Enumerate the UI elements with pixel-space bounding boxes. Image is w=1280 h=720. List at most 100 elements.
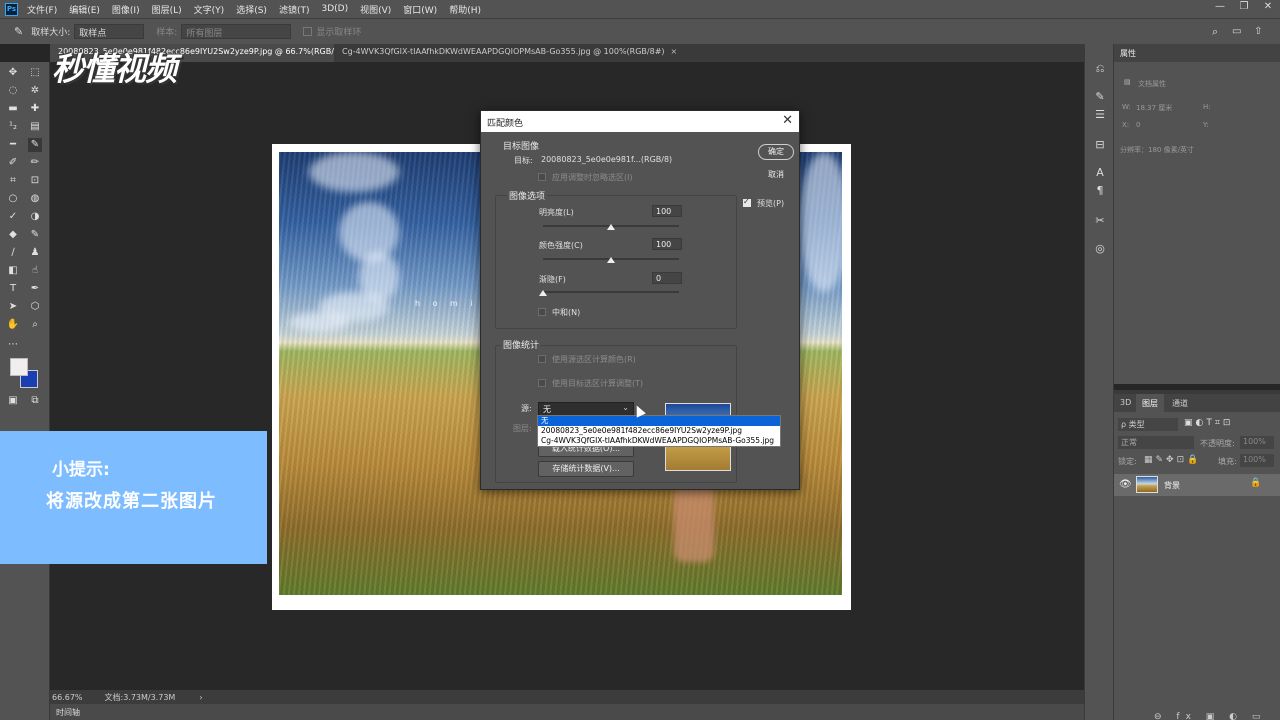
blur-tool-icon[interactable]: ✎ — [28, 228, 42, 242]
dialog-close-button[interactable]: ✕ — [782, 113, 793, 128]
preview-checkbox[interactable] — [743, 197, 751, 207]
libraries-icon[interactable]: ◎ — [1093, 242, 1107, 256]
menu-view[interactable]: 视图(V) — [360, 3, 391, 16]
fade-input[interactable]: 0 — [652, 272, 682, 284]
quick-mask-icon[interactable]: ▣ — [6, 394, 20, 408]
ruler-icon[interactable]: ━ — [6, 138, 20, 152]
luminance-slider-thumb[interactable] — [606, 224, 615, 230]
source-select[interactable]: 无 ⌄ — [538, 402, 634, 416]
menu-layer[interactable]: 图层(L) — [152, 3, 182, 16]
menu-file[interactable]: 文件(F) — [27, 3, 57, 16]
layer-kind-filter[interactable]: ρ 类型 — [1118, 418, 1178, 431]
fade-slider[interactable] — [543, 291, 679, 293]
layer-name[interactable]: 背景 — [1164, 480, 1180, 491]
menu-edit[interactable]: 编辑(E) — [69, 3, 100, 16]
brush-tool-icon[interactable]: ✐ — [6, 156, 20, 170]
lock-icons[interactable]: ▦✎✥⊡🔒 — [1144, 455, 1201, 465]
close-icon[interactable]: × — [671, 47, 678, 56]
filter-icons[interactable]: ▣◐T⌗⊡ — [1184, 418, 1233, 428]
fill-field[interactable]: 100% — [1240, 454, 1274, 467]
magic-wand-icon[interactable]: ✲ — [28, 84, 42, 98]
bucket-tool-icon[interactable]: ◆ — [6, 228, 20, 242]
more-tools-icon[interactable]: ⋯ — [6, 338, 20, 352]
crop-tool-icon[interactable]: ⌗ — [6, 174, 20, 188]
intensity-input[interactable]: 100 — [652, 238, 682, 250]
share-icon[interactable]: ⇧ — [1254, 26, 1262, 37]
slice-tool-icon[interactable]: ⊡ — [28, 174, 42, 188]
close-window-button[interactable]: ✕ — [1256, 1, 1280, 12]
show-ring-checkbox[interactable] — [303, 27, 313, 36]
count-tool-icon[interactable]: ¹₂ — [6, 120, 20, 134]
dropdown-option-image-2[interactable]: Cg-4WVK3QfGIX-tIAAfhkDKWdWEAAPDGQIOPMsAB… — [538, 436, 780, 446]
width-value[interactable]: 18.37 厘米 — [1136, 103, 1172, 113]
tools-preset-icon[interactable]: ✂ — [1093, 214, 1107, 228]
tab-layers[interactable]: 图层 — [1136, 394, 1164, 412]
restore-button[interactable]: ❐ — [1232, 1, 1256, 12]
dropdown-option-none[interactable]: 无 — [538, 416, 780, 426]
ok-button[interactable]: 确定 — [758, 144, 794, 160]
status-arrow-icon[interactable]: › — [199, 693, 202, 702]
menu-3d[interactable]: 3D(D) — [321, 4, 348, 14]
character-icon[interactable]: A — [1093, 166, 1107, 180]
eraser-tool-icon[interactable]: ◧ — [6, 264, 20, 278]
visibility-eye-icon[interactable]: 👁 — [1119, 479, 1132, 490]
healing-tool-icon[interactable]: ✚ — [28, 102, 42, 116]
cancel-button[interactable]: 取消 — [760, 168, 792, 184]
patch-tool-icon[interactable]: ◑ — [28, 210, 42, 224]
sphere-tool-icon[interactable]: ◍ — [28, 192, 42, 206]
layer-row[interactable]: 👁 背景 🔒 — [1114, 474, 1280, 496]
lasso-icon[interactable]: ○ — [6, 192, 20, 206]
tab-channels[interactable]: 通道 — [1166, 394, 1194, 412]
move-tool-icon[interactable]: ✥ — [6, 66, 20, 80]
opacity-field[interactable]: 100% — [1240, 436, 1274, 449]
smudge-tool-icon[interactable]: ☝ — [28, 264, 42, 278]
neutralize-checkbox[interactable] — [538, 308, 546, 316]
pen-tool-icon[interactable]: ✒ — [28, 282, 42, 296]
ruler-tool-icon[interactable]: ▬ — [6, 102, 20, 116]
menu-filter[interactable]: 滤镜(T) — [279, 3, 310, 16]
type-tool-icon[interactable]: T — [6, 282, 20, 296]
ignore-selection-checkbox[interactable] — [538, 173, 546, 181]
marquee-tool-icon[interactable]: ⬚ — [28, 66, 42, 80]
lasso-tool-icon[interactable]: ◌ — [6, 84, 20, 98]
menu-help[interactable]: 帮助(H) — [449, 3, 481, 16]
menu-select[interactable]: 选择(S) — [236, 3, 267, 16]
zoom-level[interactable]: 66.67% — [52, 693, 83, 702]
spot-heal-icon[interactable]: ✓ — [6, 210, 20, 224]
eyedropper-tool-icon[interactable]: ✎ — [28, 138, 42, 152]
sample-size-select[interactable]: 取样点 — [74, 24, 145, 39]
path-select-icon[interactable]: ➤ — [6, 300, 20, 314]
search-icon[interactable]: ⌕ — [1212, 25, 1218, 39]
hand-tool-icon[interactable]: ✋ — [6, 318, 20, 332]
shape-tool-icon[interactable]: ⬡ — [28, 300, 42, 314]
info-icon[interactable]: ⊟ — [1093, 138, 1107, 152]
tab-3d[interactable]: 3D — [1114, 394, 1137, 412]
use-source-selection-checkbox[interactable] — [538, 355, 546, 363]
menu-image[interactable]: 图像(I) — [112, 3, 140, 16]
tab-document-2[interactable]: Cg-4WVK3QfGIX-tIAAfhkDKWdWEAAPDGQIOPMsAB… — [334, 44, 685, 62]
luminance-input[interactable]: 100 — [652, 205, 682, 217]
foreground-color-swatch[interactable] — [10, 358, 28, 376]
sliders-icon[interactable]: ☰ — [1093, 108, 1107, 122]
blend-mode-select[interactable]: 正常 — [1118, 436, 1194, 449]
zoom-tool-icon[interactable]: ⌕ — [28, 318, 42, 332]
save-statistics-button[interactable]: 存储统计数据(V)... — [538, 461, 634, 477]
fade-slider-thumb[interactable] — [539, 290, 547, 296]
adjustments-icon[interactable]: ✎ — [1093, 90, 1107, 104]
intensity-slider-thumb[interactable] — [606, 257, 615, 263]
timeline-panel-tab[interactable]: 时间轴 — [50, 704, 1084, 720]
menu-window[interactable]: 窗口(W) — [403, 3, 437, 16]
eyedropper-icon[interactable]: ✎ — [14, 25, 23, 38]
stamp-tool-icon[interactable]: ♟ — [28, 246, 42, 260]
dropdown-option-image-1[interactable]: 20080823_5e0e0e981f482ecc86e9IYU2Sw2yze9… — [538, 426, 780, 436]
x-value[interactable]: 0 — [1136, 121, 1140, 129]
layer-actions-icons[interactable]: ⊖ fx ▣ ◐ ▭ ▤ 🗑 — [1154, 712, 1280, 720]
history-icon[interactable]: ⎌ — [1093, 62, 1107, 76]
workspace-icon[interactable]: ▭ — [1232, 26, 1241, 37]
sample-select[interactable]: 所有图层 — [181, 24, 292, 39]
minimize-button[interactable]: — — [1208, 1, 1232, 12]
menu-type[interactable]: 文字(Y) — [194, 3, 225, 16]
use-target-selection-checkbox[interactable] — [538, 379, 546, 387]
pencil-tool-icon[interactable]: ✏ — [28, 156, 42, 170]
screen-mode-icon[interactable]: ⧉ — [28, 394, 42, 408]
